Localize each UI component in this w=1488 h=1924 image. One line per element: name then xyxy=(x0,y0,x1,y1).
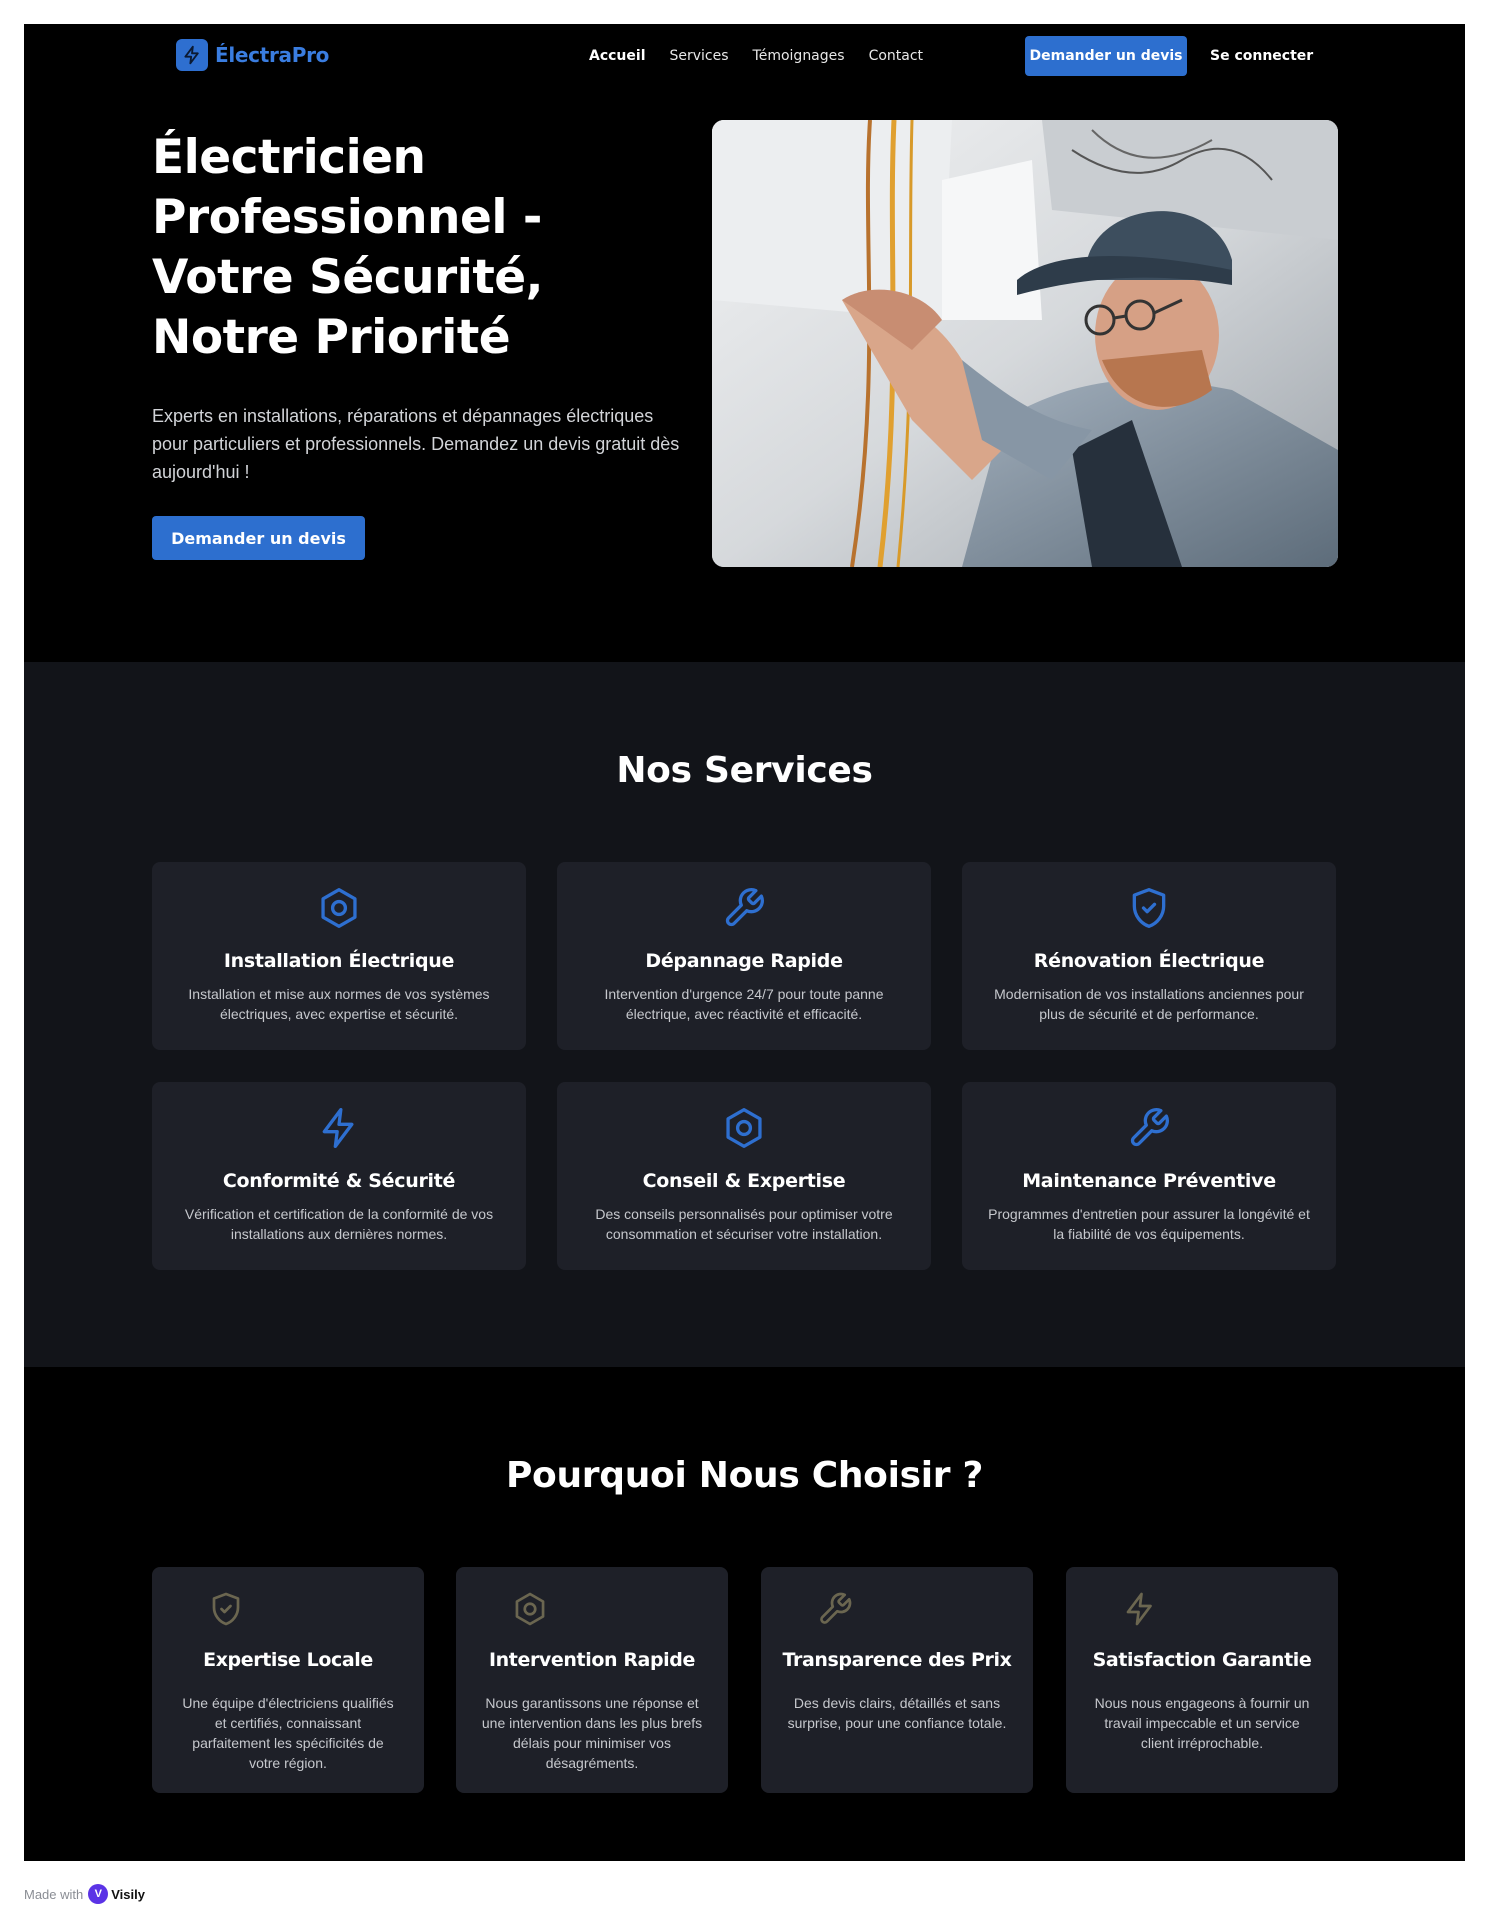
service-title: Dépannage Rapide xyxy=(645,950,843,972)
wrench-icon xyxy=(962,1106,1336,1150)
nav-link-contact[interactable]: Contact xyxy=(869,48,923,64)
wrench-icon xyxy=(817,1591,853,1627)
service-card[interactable]: Conformité & Sécurité Vérification et ce… xyxy=(152,1082,526,1270)
settings-hexagon-icon xyxy=(557,1106,931,1150)
service-title: Rénovation Électrique xyxy=(1033,950,1265,972)
shield-check-icon xyxy=(962,886,1336,930)
request-quote-button-hero[interactable]: Demander un devis xyxy=(152,516,365,560)
benefit-title: Transparence des Prix xyxy=(782,1649,1012,1671)
shield-check-icon xyxy=(208,1591,244,1627)
nav-link-services[interactable]: Services xyxy=(670,48,729,64)
brand-logo[interactable]: ÉlectraPro xyxy=(176,39,329,71)
made-with-label: Made with xyxy=(24,1886,84,1902)
top-navbar: ÉlectraPro Accueil Services Témoignages … xyxy=(24,24,1465,88)
made-with-badge[interactable]: Made with V Visily xyxy=(24,1884,145,1904)
service-card[interactable]: Maintenance Préventive Programmes d'entr… xyxy=(962,1082,1336,1270)
service-desc: Modernisation de vos installations ancie… xyxy=(994,986,1304,1022)
nav-links: Accueil Services Témoignages Contact xyxy=(589,48,923,64)
benefit-title: Satisfaction Garantie xyxy=(1092,1649,1312,1671)
benefit-card: Transparence des Prix Des devis clairs, … xyxy=(761,1567,1033,1793)
visily-logo-icon: V xyxy=(88,1884,109,1904)
nav-link-accueil[interactable]: Accueil xyxy=(589,48,646,64)
signin-link[interactable]: Se connecter xyxy=(1210,48,1313,64)
lightning-icon xyxy=(152,1106,526,1150)
hero-electrician-photo xyxy=(712,120,1338,567)
hero-title: Électricien Professionnel - Votre Sécuri… xyxy=(152,130,544,365)
lightning-icon xyxy=(176,39,208,71)
request-quote-button-nav[interactable]: Demander un devis xyxy=(1025,36,1187,76)
made-with-brand: Visily xyxy=(111,1886,145,1902)
page-frame: ÉlectraPro Accueil Services Témoignages … xyxy=(24,24,1465,1861)
benefit-card: Intervention Rapide Nous garantissons un… xyxy=(456,1567,728,1793)
benefit-desc: Nous nous engageons à fournir un travail… xyxy=(1094,1695,1310,1751)
services-section: Nos Services Installation Électrique Ins… xyxy=(24,662,1465,1367)
service-title: Conseil & Expertise xyxy=(642,1170,846,1192)
why-title: Pourquoi Nous Choisir ? xyxy=(505,1455,984,1496)
settings-hexagon-icon xyxy=(152,886,526,930)
service-title: Conformité & Sécurité xyxy=(222,1170,456,1192)
wrench-icon xyxy=(557,886,931,930)
service-desc: Des conseils personnalisés pour optimise… xyxy=(595,1206,893,1242)
service-desc: Vérification et certification de la conf… xyxy=(184,1206,494,1242)
benefit-desc: Une équipe d'électriciens qualifiés et c… xyxy=(182,1695,394,1771)
service-desc: Installation et mise aux normes de vos s… xyxy=(188,986,490,1022)
benefit-desc: Des devis clairs, détaillés et sans surp… xyxy=(787,1695,1007,1731)
benefit-title: Expertise Locale xyxy=(203,1649,373,1671)
brand-name: ÉlectraPro xyxy=(215,43,330,67)
service-card[interactable]: Conseil & Expertise Des conseils personn… xyxy=(557,1082,931,1270)
service-card[interactable]: Rénovation Électrique Modernisation de v… xyxy=(962,862,1336,1050)
service-desc: Programmes d'entretien pour assurer la l… xyxy=(988,1206,1310,1242)
benefit-card: Expertise Locale Une équipe d'électricie… xyxy=(152,1567,424,1793)
service-card[interactable]: Dépannage Rapide Intervention d'urgence … xyxy=(557,862,931,1050)
service-title: Maintenance Préventive xyxy=(1022,1170,1276,1192)
service-desc: Intervention d'urgence 24/7 pour toute p… xyxy=(604,986,884,1022)
why-choose-us-section: Pourquoi Nous Choisir ? Expertise Locale… xyxy=(24,1367,1465,1861)
service-title: Installation Électrique xyxy=(223,950,455,972)
benefit-card: Satisfaction Garantie Nous nous engageon… xyxy=(1066,1567,1338,1793)
benefit-desc: Nous garantissons une réponse et une int… xyxy=(481,1695,703,1771)
benefit-title: Intervention Rapide xyxy=(489,1649,695,1671)
nav-link-temoignages[interactable]: Témoignages xyxy=(753,48,845,64)
services-title: Nos Services xyxy=(616,750,873,791)
service-card[interactable]: Installation Électrique Installation et … xyxy=(152,862,526,1050)
settings-hexagon-icon xyxy=(512,1591,548,1627)
lightning-icon xyxy=(1122,1591,1158,1627)
hero-subtitle: Experts en installations, réparations et… xyxy=(152,406,680,482)
